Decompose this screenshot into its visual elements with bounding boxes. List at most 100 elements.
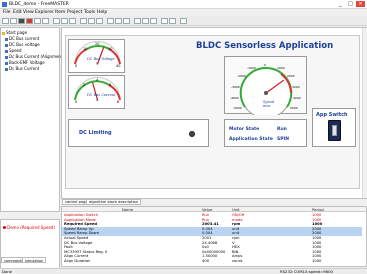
tree-item[interactable]: DC Bus current [5,36,39,41]
menu-file[interactable]: File [3,10,11,15]
tick-label: 0 [264,63,266,67]
tree-item-label: Dc Bus Current (Alignment) [9,54,65,59]
save-icon[interactable] [18,18,25,24]
paste-icon[interactable] [96,18,103,24]
menu-help[interactable]: Help [97,10,107,15]
dc-limiting-led [189,131,195,137]
cell-unit: ON/Off [232,213,245,217]
app-switch-toggle[interactable] [328,120,341,141]
folder-icon [2,31,5,35]
cell-unit: rpm [232,236,240,240]
cell-unit: HEX [232,245,240,250]
stop-icon[interactable] [26,18,33,24]
cut-icon[interactable] [80,18,87,24]
variable-icon[interactable] [123,18,130,24]
vertical-scrollbar[interactable] [362,28,367,198]
tick-label: 2000 [287,74,295,78]
dc-limiting-label: DC Limiting [79,130,112,136]
cell-name: MC33937 Status Reg. 0 [64,249,108,254]
list-item[interactable]: Demo (Required Speed) [3,225,55,230]
tick-label: 4000 [293,96,301,100]
variable-watch-table: Name Value Unit Period Application Switc… [61,206,367,267]
cell-value: Run [202,213,210,217]
tree-item[interactable]: Dc Bus Current (Alignment) [5,54,64,59]
main-view: BLDC Sensorless Application 0 10 20 30 4… [61,27,367,199]
voltage-gauge: 0 10 20 30 40 DC Bus Voltage V [74,41,121,68]
tree-item[interactable]: DC Bus voltage [5,42,40,47]
tree-item-label: Speed [9,48,22,53]
variable-icon [5,49,8,53]
tick-label: -2000 [237,74,246,78]
table-icon[interactable] [169,18,176,24]
app-state-label: Application State [229,137,273,142]
minimize-button[interactable]: _ [336,1,345,7]
maximize-button[interactable]: □ [346,1,355,7]
back-icon[interactable] [53,18,60,24]
cell-value: 2001 [202,236,212,240]
toolbar [0,16,367,26]
table-row[interactable]: Align Duration 400 count 1000 [62,259,362,264]
tick-label: 0 [75,100,77,104]
tree-item[interactable]: Start page [2,30,27,35]
app-switch-label: App Switch [316,112,348,118]
menu-project[interactable]: Project [67,10,82,15]
refresh-icon[interactable] [69,18,76,24]
cell-period: 1000 [312,259,322,263]
close-button[interactable]: × [356,1,365,7]
help-icon[interactable] [180,18,187,24]
menu-tools[interactable]: Tools [84,10,95,15]
tree-item-label: DC Bus current [9,36,40,41]
tree-item[interactable]: Dc Bus Current [5,66,39,71]
forward-icon[interactable] [61,18,68,24]
cell-value: 24.4068 [202,240,218,245]
tick-label: 40 [116,64,120,68]
menu-item[interactable]: Item [55,10,65,15]
properties-icon[interactable] [42,18,49,24]
current-gauge-panel: 0 2 4 6 8 DC Bus Current A [68,75,125,109]
cell-value: 0.004 [202,231,213,236]
cell-period: 1000 [312,249,322,254]
page-title: BLDC Sensorless Application [196,41,334,51]
cell-period: 2000 [312,226,322,231]
menu-bar: File Edit View Explorer Item Project Too… [0,9,367,16]
tab-simulation[interactable]: simulation [22,257,47,263]
tree-item[interactable]: Speed [5,48,22,53]
column-header: Period [312,207,324,212]
tick-label: 3000 [292,85,300,89]
new-icon[interactable] [2,18,9,24]
open-icon[interactable] [10,18,17,24]
tick-label: 5000 [290,106,298,110]
comm-icon[interactable] [34,18,41,24]
cell-name: Align Current [64,254,89,259]
column-header: Value [202,207,213,212]
scope-icon[interactable] [107,18,114,24]
cell-value: 0x40000000 [202,249,226,254]
grid-icon[interactable] [161,18,168,24]
menu-explorer[interactable]: Explorer [35,10,54,15]
tab-algorithm-block-description[interactable]: algorithm block description [86,199,142,205]
copy-icon[interactable] [88,18,95,24]
tick-label: -1000 [247,66,256,70]
cell-period: 1000 [312,245,322,250]
zoom-out-icon[interactable] [142,18,149,24]
fit-icon[interactable] [150,18,157,24]
cell-period: 1000 [312,236,322,240]
document-tabs: control page algorithm block description [61,199,367,205]
tick-label: 30 [108,47,112,51]
recorder-icon[interactable] [115,18,122,24]
tree-item[interactable]: Back-EMF Voltage [5,60,45,65]
zoom-in-icon[interactable] [134,18,141,24]
cell-unit: count [232,259,243,263]
cell-value: 0x0 [202,245,209,250]
gauge-unit: RPM [263,104,270,108]
menu-edit[interactable]: Edit [13,10,22,15]
cell-period: 1000 [312,222,323,227]
motor-state-label: Motor State [229,127,260,132]
tick-label: 10 [83,47,87,51]
column-header: Name [122,207,134,212]
menu-view[interactable]: View [23,10,34,15]
cell-value: 0.004 [202,226,213,231]
speed-gauge-panel: -5000 -4000 -3000 -2000 -1000 0 1000 200… [224,56,307,119]
motor-state-value: Run [277,127,287,132]
cell-value: 400 [202,259,210,263]
